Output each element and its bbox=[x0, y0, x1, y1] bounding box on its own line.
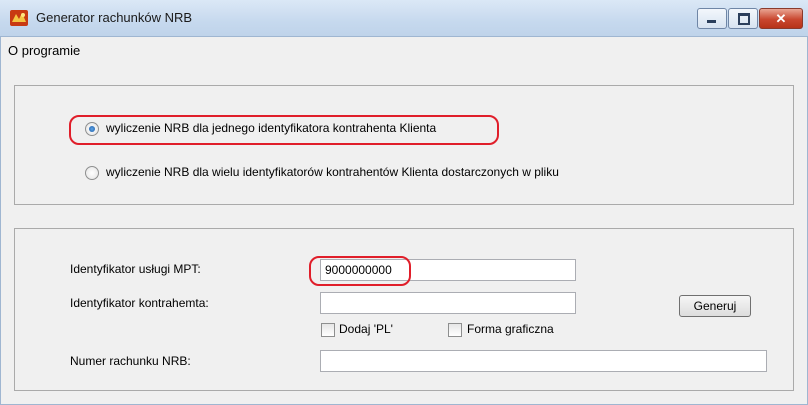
mode-panel: wyliczenie NRB dla jednego identyfikator… bbox=[14, 85, 794, 205]
minimize-icon bbox=[707, 20, 716, 23]
minimize-button[interactable] bbox=[697, 8, 727, 29]
radio-multi-mode[interactable] bbox=[85, 166, 99, 180]
graphic-form-label[interactable]: Forma graficzna bbox=[467, 322, 554, 336]
app-window: Generator rachunków NRB ✕ O programie wy… bbox=[0, 0, 808, 405]
contractor-id-input[interactable] bbox=[320, 292, 576, 314]
menu-bar: O programie bbox=[0, 37, 808, 65]
app-icon bbox=[10, 10, 28, 26]
maximize-icon bbox=[738, 13, 750, 25]
generate-button[interactable]: Generuj bbox=[679, 295, 751, 317]
menu-item-about[interactable]: O programie bbox=[8, 43, 80, 58]
radio-multi-mode-label[interactable]: wyliczenie NRB dla wielu identyfikatorów… bbox=[106, 165, 559, 179]
radio-selected-dot bbox=[89, 126, 95, 132]
radio-single-mode[interactable] bbox=[85, 122, 99, 136]
nrb-label: Numer rachunku NRB: bbox=[70, 354, 191, 368]
close-icon: ✕ bbox=[775, 11, 787, 26]
service-id-label: Identyfikator usługi MPT: bbox=[70, 262, 201, 276]
client-area: wyliczenie NRB dla jednego identyfikator… bbox=[0, 65, 808, 405]
radio-single-mode-label[interactable]: wyliczenie NRB dla jednego identyfikator… bbox=[106, 121, 436, 135]
add-pl-checkbox[interactable] bbox=[321, 323, 335, 337]
graphic-form-checkbox[interactable] bbox=[448, 323, 462, 337]
contractor-id-label: Identyfikator kontrahemta: bbox=[70, 296, 209, 310]
close-button[interactable]: ✕ bbox=[759, 8, 803, 29]
add-pl-label[interactable]: Dodaj 'PL' bbox=[339, 322, 393, 336]
window-title: Generator rachunków NRB bbox=[36, 10, 193, 25]
title-bar[interactable]: Generator rachunków NRB ✕ bbox=[0, 0, 808, 37]
nrb-output[interactable] bbox=[320, 350, 767, 372]
maximize-button[interactable] bbox=[728, 8, 758, 29]
annotation-highlight-service-id bbox=[309, 256, 411, 286]
input-panel: Identyfikator usługi MPT: 9000000000 Ide… bbox=[14, 228, 794, 391]
